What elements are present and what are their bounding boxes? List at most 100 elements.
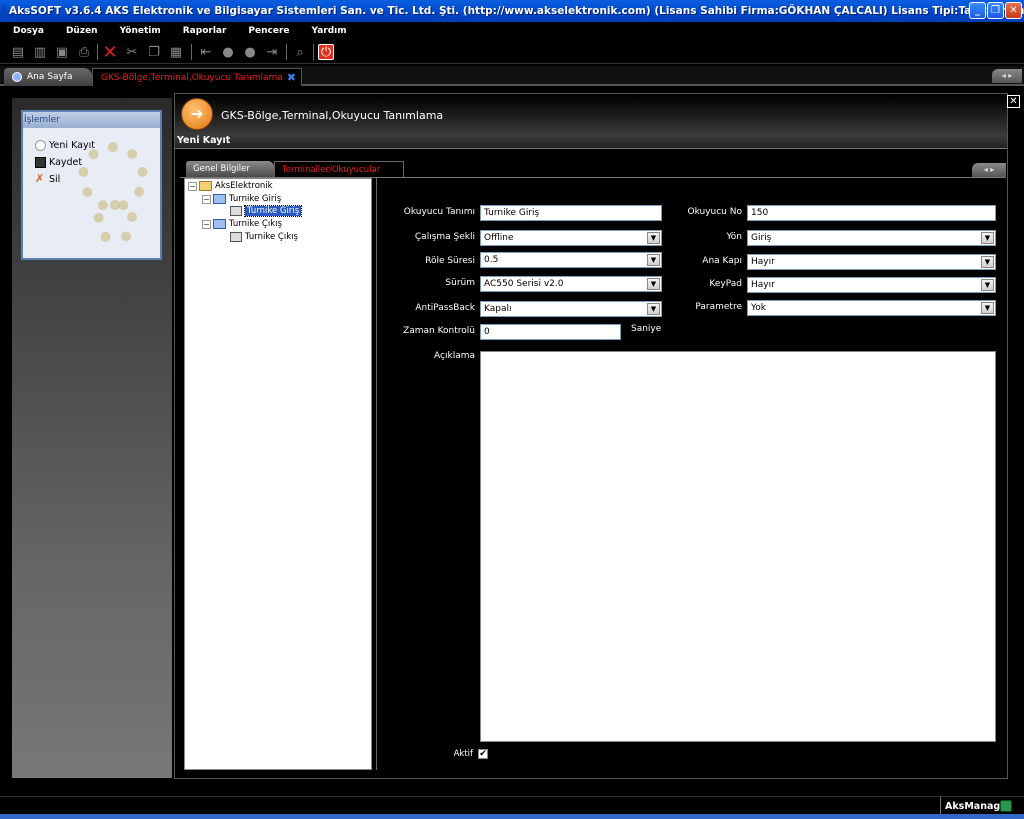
window-title: AksSOFT v3.6.4 AKS Elektronik ve Bilgisa…	[9, 5, 1024, 17]
okuyucu-no-field[interactable]: 150	[747, 205, 996, 221]
antipassback-select[interactable]: Kapalı ▼	[480, 301, 662, 317]
save-action[interactable]: Kaydet	[35, 157, 82, 168]
tab-scroll-arrows[interactable]: ◂ ▸	[992, 69, 1022, 83]
tree-leaf-turnike-cikis[interactable]: Turnike Çıkış	[230, 232, 298, 242]
tree-node-turnike-giris[interactable]: − Turnike Giriş	[202, 194, 281, 204]
chevron-down-icon[interactable]: ▼	[647, 254, 660, 266]
tab-label: Ana Sayfa	[27, 72, 73, 82]
ana-kapi-select[interactable]: Hayır ▼	[747, 254, 996, 270]
tab-gks-tanimlama[interactable]: GKS-Bölge,Terminal,Okuyucu Tanımlama ✖	[92, 68, 302, 86]
tree-root[interactable]: − AksElektronik	[188, 181, 273, 191]
calisma-sekli-label: Çalışma Şekli	[414, 232, 475, 242]
antipassback-label: AntiPassBack	[415, 303, 475, 313]
zaman-kontrolu-field[interactable]: 0	[480, 324, 621, 340]
zaman-kontrolu-label: Zaman Kontrolü	[403, 326, 475, 336]
tree-node-turnike-cikis[interactable]: − Turnike Çıkış	[202, 219, 282, 229]
parametre-select[interactable]: Yok ▼	[747, 300, 996, 316]
first-record-icon[interactable]: ⇤	[198, 44, 214, 60]
new-record-action[interactable]: Yeni Kayıt	[35, 140, 95, 151]
yon-select[interactable]: Giriş ▼	[747, 230, 996, 246]
print-icon[interactable]: ⎙	[76, 44, 92, 60]
chevron-down-icon[interactable]: ▼	[647, 303, 660, 315]
last-record-icon[interactable]: ⇥	[264, 44, 280, 60]
surum-value: AC550 Serisi v2.0	[484, 279, 564, 289]
minimize-button[interactable]: _	[969, 2, 986, 19]
yon-value: Giriş	[751, 233, 772, 243]
delete-action[interactable]: ✗ Sil	[35, 173, 61, 185]
tab-close-icon[interactable]: ✖	[287, 71, 296, 84]
taskbar-edge	[0, 814, 1024, 819]
tree-node-label: Turnike Çıkış	[229, 219, 282, 229]
aktif-checkbox[interactable]: ✔	[478, 749, 488, 759]
next-record-icon[interactable]: ●	[242, 44, 258, 60]
previous-record-icon[interactable]: ●	[220, 44, 236, 60]
ana-kapi-label: Ana Kapı	[702, 256, 742, 266]
cut-icon[interactable]: ✂	[124, 44, 140, 60]
search-icon[interactable]: ⌕	[292, 44, 308, 60]
okuyucu-tanimi-label: Okuyucu Tanımı	[403, 207, 475, 217]
parametre-value: Yok	[751, 303, 767, 313]
chevron-down-icon[interactable]: ▼	[981, 256, 994, 268]
collapse-icon[interactable]: −	[188, 181, 197, 191]
collapse-icon[interactable]: −	[202, 219, 211, 229]
new-record-label: Yeni Kayıt	[49, 140, 95, 151]
calisma-sekli-select[interactable]: Offline ▼	[480, 230, 662, 246]
terminal-tree: − AksElektronik − Turnike Giriş Turnike …	[184, 178, 372, 770]
menu-yonetim[interactable]: Yönetim	[120, 26, 161, 36]
menu-yardim[interactable]: Yardım	[312, 26, 347, 36]
save-icon[interactable]: ▣	[54, 44, 70, 60]
restore-button[interactable]: ❐	[987, 2, 1004, 19]
zaman-unit-label: Saniye	[631, 324, 662, 334]
menu-pencere[interactable]: Pencere	[248, 26, 289, 36]
keypad-value: Hayır	[751, 280, 775, 290]
aksmanager-icon[interactable]	[1000, 800, 1012, 812]
chevron-down-icon[interactable]: ▼	[647, 278, 660, 290]
terminal-icon	[213, 194, 226, 204]
toolbar-separator	[97, 44, 98, 60]
okuyucu-tanimi-field[interactable]: Turnike Giriş	[480, 205, 662, 221]
ana-kapi-value: Hayır	[751, 257, 775, 267]
yon-label: Yön	[726, 232, 742, 242]
inner-tab-scroll-arrows[interactable]: ◂ ▸	[972, 163, 1006, 177]
menu-duzen[interactable]: Düzen	[66, 26, 98, 36]
tab-genel-bilgiler[interactable]: Genel Bilgiler	[186, 161, 274, 177]
antipassback-value: Kapalı	[484, 304, 512, 314]
delete-label: Sil	[49, 174, 61, 185]
role-suresi-select[interactable]: 0.5 ▼	[480, 252, 662, 268]
role-suresi-label: Röle Süresi	[425, 256, 475, 266]
copy-document-icon[interactable]: ▥	[32, 44, 48, 60]
document-tab-strip: Ana Sayfa GKS-Bölge,Terminal,Okuyucu Tan…	[0, 66, 1024, 86]
record-status: Yeni Kayıt	[175, 134, 1007, 149]
tree-node-label: Turnike Giriş	[229, 194, 282, 204]
close-button[interactable]: ✕	[1005, 2, 1022, 19]
power-icon[interactable]: ⏻	[318, 44, 334, 60]
panel-close-icon[interactable]: ✕	[1007, 95, 1020, 108]
delete-icon[interactable]: ✕	[102, 42, 118, 63]
aciklama-label: Açıklama	[434, 351, 475, 361]
new-document-icon[interactable]: ▤	[10, 44, 26, 60]
chevron-down-icon[interactable]: ▼	[981, 302, 994, 314]
keypad-select[interactable]: Hayır ▼	[747, 277, 996, 293]
tree-leaf-turnike-giris[interactable]: Turnike Giriş	[230, 205, 303, 217]
chevron-down-icon[interactable]: ▼	[981, 279, 994, 291]
copy-icon[interactable]: ❐	[146, 44, 162, 60]
title-bar: AksSOFT v3.6.4 AKS Elektronik ve Bilgisa…	[0, 0, 1024, 22]
collapse-icon[interactable]: −	[202, 194, 211, 204]
tab-ana-sayfa[interactable]: Ana Sayfa	[4, 68, 92, 86]
tab-terminaller-okuyucular[interactable]: Terminaller/Okuyucular	[274, 161, 404, 177]
status-bar: AksManager	[0, 796, 1024, 815]
role-suresi-value: 0.5	[484, 255, 499, 265]
menu-raporlar[interactable]: Raporlar	[183, 26, 227, 36]
surum-select[interactable]: AC550 Serisi v2.0 ▼	[480, 276, 662, 292]
app-icon	[3, 5, 5, 17]
main-header: ➜ GKS-Bölge,Terminal,Okuyucu Tanımlama	[175, 94, 1007, 134]
chevron-down-icon[interactable]: ▼	[647, 232, 660, 244]
paste-icon[interactable]: ▦	[168, 44, 184, 60]
aciklama-textarea[interactable]	[480, 351, 996, 742]
menu-dosya[interactable]: Dosya	[13, 26, 44, 36]
toolbar-separator	[191, 44, 192, 60]
chevron-down-icon[interactable]: ▼	[981, 232, 994, 244]
surum-label: Sürüm	[445, 278, 475, 288]
toolbar-separator	[313, 44, 314, 60]
calisma-sekli-value: Offline	[484, 233, 514, 243]
